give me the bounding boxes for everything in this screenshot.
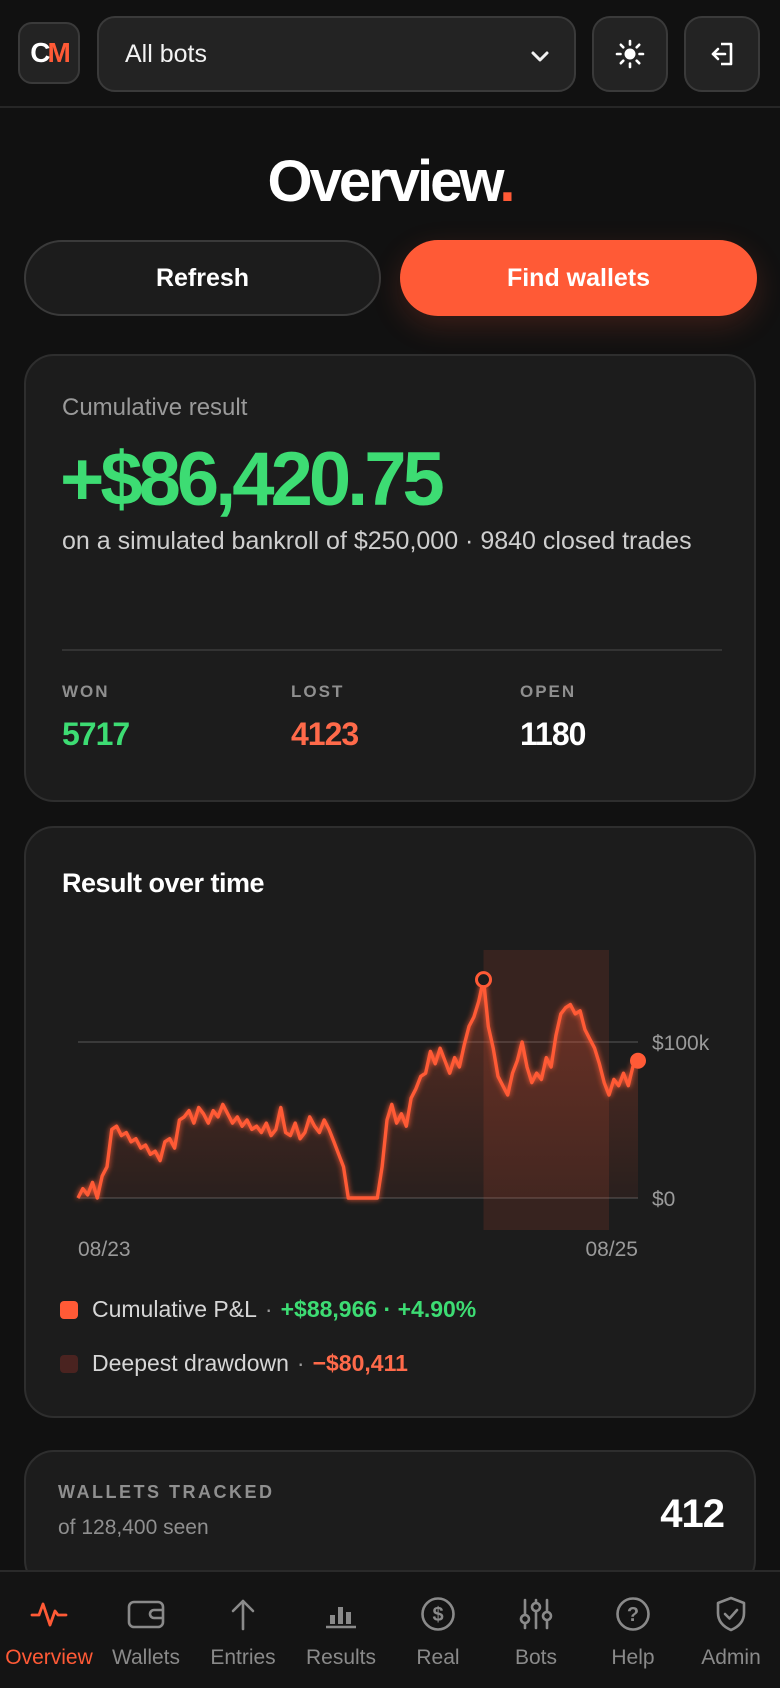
nav-item-overview[interactable]: Overview — [0, 1572, 98, 1688]
nav-label: Help — [611, 1646, 655, 1669]
page-title-text: Overview — [267, 149, 503, 214]
logo-letter-c: C — [30, 37, 50, 68]
legend-drawdown-label: Deepest drawdown — [92, 1350, 289, 1376]
x-tick-label: 08/25 — [585, 1238, 638, 1261]
nav-label: Overview — [5, 1646, 93, 1669]
wallets-label: WALLETS TRACKED — [58, 1482, 275, 1502]
result-chart-card: Result over time $0 $100k 08/23 08/25 Cumul… — [24, 826, 756, 1418]
lost-label: LOST — [291, 682, 345, 701]
logout-button[interactable] — [684, 16, 760, 92]
open-value: 1180 — [520, 716, 586, 752]
nav-label: Entries — [210, 1646, 276, 1669]
theme-toggle-button[interactable] — [592, 16, 668, 92]
divider — [62, 649, 722, 651]
sun-icon — [615, 39, 645, 69]
refresh-button[interactable]: Refresh — [24, 240, 381, 316]
shield-check-icon — [716, 1596, 746, 1632]
wallet-icon — [127, 1600, 165, 1629]
svg-text:$: $ — [432, 1604, 443, 1626]
legend-swatch-pnl — [60, 1300, 78, 1319]
y-tick-label: $100k — [652, 1032, 710, 1055]
nav-item-wallets[interactable]: Wallets — [97, 1572, 195, 1688]
nav-label: Real — [416, 1646, 460, 1669]
find-wallets-button[interactable]: Find wallets — [400, 240, 757, 316]
logout-icon — [711, 42, 733, 66]
nav-label: Admin — [701, 1646, 761, 1669]
cumulative-subtitle: on a simulated bankroll of $250,000 · 98… — [62, 527, 692, 555]
legend-pnl-label: Cumulative P&L — [92, 1296, 257, 1322]
nav-item-help[interactable]: ? Help — [584, 1572, 682, 1688]
open-label: OPEN — [520, 682, 577, 701]
sliders-icon — [519, 1598, 553, 1630]
app-logo[interactable]: CM — [18, 22, 80, 84]
page-title: Overview. — [0, 148, 780, 215]
lost-stat: LOST 4123 — [291, 682, 359, 753]
dollar-circle-icon: $ — [421, 1597, 455, 1631]
arrow-up-icon — [231, 1599, 255, 1631]
nav-item-real[interactable]: $ Real — [389, 1572, 487, 1688]
legend-drawdown: Deepest drawdown · −$80,411 — [60, 1350, 408, 1377]
bot-selector[interactable]: All bots — [97, 16, 576, 92]
result-chart: $0 $100k 08/23 08/25 — [76, 950, 710, 1261]
end-marker — [630, 1052, 646, 1069]
won-stat: WON 5717 — [62, 682, 130, 753]
x-tick-label: 08/23 — [78, 1238, 131, 1261]
overview-page: CM All bots Overview. Refresh Find walle… — [0, 0, 780, 1688]
legend-drawdown-value: −$80,411 — [312, 1350, 408, 1376]
cumulative-label: Cumulative result — [62, 394, 248, 421]
help-circle-icon: ? — [616, 1597, 650, 1631]
legend-pnl-value: +$88,966 · +4.90% — [280, 1296, 477, 1322]
cumulative-result-card: Cumulative result +$86,420.75 on a simul… — [24, 354, 756, 802]
bar-chart-icon — [326, 1607, 356, 1629]
nav-item-bots[interactable]: Bots — [487, 1572, 585, 1688]
legend-separator: · — [296, 1350, 305, 1376]
chevron-down-icon — [531, 51, 549, 62]
won-value: 5717 — [62, 716, 130, 752]
svg-text:?: ? — [627, 1604, 639, 1626]
peak-marker — [475, 971, 493, 989]
won-label: WON — [62, 682, 110, 701]
open-stat: OPEN 1180 — [520, 682, 586, 753]
pulse-icon — [30, 1602, 68, 1627]
nav-label: Wallets — [111, 1646, 181, 1669]
bot-selector-value: All bots — [125, 39, 207, 68]
legend-swatch-drawdown — [60, 1354, 78, 1373]
wallets-count: 412 — [660, 1492, 725, 1536]
nav-item-admin[interactable]: Admin — [682, 1572, 780, 1688]
y-tick-label: $0 — [652, 1188, 675, 1211]
wallets-sub: of 128,400 seen — [58, 1516, 209, 1539]
page-title-dot: . — [499, 149, 515, 214]
logo-letter-m: M — [47, 37, 70, 68]
wallets-tracked-card[interactable]: WALLETS TRACKED of 128,400 seen 412 — [24, 1450, 756, 1590]
nav-label: Results — [305, 1646, 377, 1669]
bottom-nav: Overview Wallets Entries Results $ Real … — [0, 1570, 780, 1688]
legend-pnl: Cumulative P&L · +$88,966 · +4.90% — [60, 1296, 476, 1323]
nav-item-results[interactable]: Results — [292, 1572, 390, 1688]
top-bar: CM All bots — [0, 0, 780, 108]
cumulative-value: +$86,420.75 — [60, 437, 445, 522]
legend-separator: · — [264, 1296, 273, 1322]
nav-item-entries[interactable]: Entries — [194, 1572, 292, 1688]
lost-value: 4123 — [291, 716, 359, 752]
nav-label: Bots — [514, 1646, 558, 1669]
